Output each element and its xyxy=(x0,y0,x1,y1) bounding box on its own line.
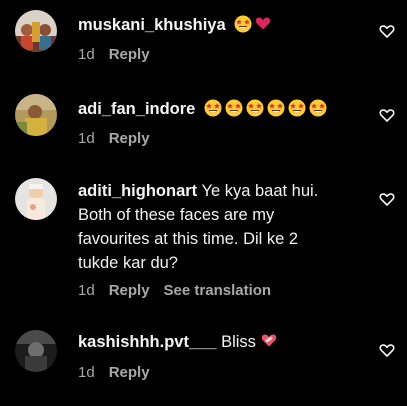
reply-button[interactable]: Reply xyxy=(109,130,150,147)
comment-time: 1d xyxy=(78,46,95,63)
see-translation-link[interactable]: See translation xyxy=(164,282,272,299)
star-struck-emoji xyxy=(246,99,264,117)
star-struck-emoji xyxy=(288,99,306,117)
comment-time: 1d xyxy=(78,282,95,299)
comment-text-line: Ye kya baat hui. xyxy=(201,182,319,200)
star-struck-emoji xyxy=(309,99,327,117)
comment-time: 1d xyxy=(78,364,95,381)
comment-username[interactable]: adi_fan_indore xyxy=(78,100,195,118)
like-heart-icon[interactable] xyxy=(379,191,395,207)
emoji-group xyxy=(204,99,327,117)
comment-username[interactable]: muskani_khushiya xyxy=(78,16,226,34)
comment-text: Bliss xyxy=(221,333,256,351)
star-struck-emoji xyxy=(225,99,243,117)
star-struck-emoji xyxy=(204,99,222,117)
avatar[interactable] xyxy=(15,94,57,136)
emoji-group xyxy=(234,15,271,33)
reply-button[interactable]: Reply xyxy=(109,46,150,63)
comment-text-line: tukde kar du? xyxy=(78,254,178,272)
star-struck-emoji xyxy=(234,15,252,33)
comment-username[interactable]: kashishhh.pvt___ xyxy=(78,333,216,351)
comment-text-line: favourites at this time. Dil ke 2 xyxy=(78,230,299,248)
reply-button[interactable]: Reply xyxy=(109,282,150,299)
avatar[interactable] xyxy=(15,178,57,220)
comment-text-line: Both of these faces are my xyxy=(78,206,275,224)
like-heart-icon[interactable] xyxy=(379,23,395,39)
like-heart-icon[interactable] xyxy=(379,107,395,123)
reply-button[interactable]: Reply xyxy=(109,364,150,381)
comment-username[interactable]: aditi_highonart xyxy=(78,182,197,200)
red-heart-emoji xyxy=(256,17,271,30)
mending-heart-emoji xyxy=(261,334,276,347)
comment-time: 1d xyxy=(78,130,95,147)
star-struck-emoji xyxy=(267,99,285,117)
like-heart-icon[interactable] xyxy=(379,342,395,358)
avatar[interactable] xyxy=(15,330,57,372)
avatar[interactable] xyxy=(15,10,57,52)
